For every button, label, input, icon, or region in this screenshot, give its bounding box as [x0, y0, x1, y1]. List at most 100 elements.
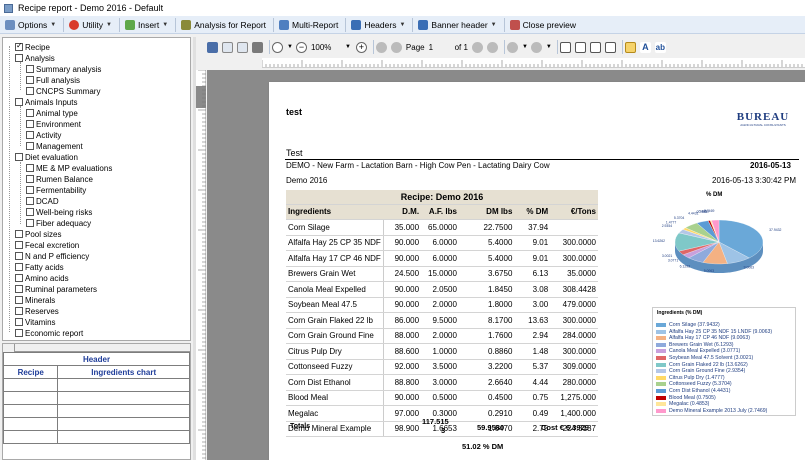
- tree-checkbox[interactable]: [26, 142, 34, 150]
- tree-checkbox[interactable]: [15, 41, 23, 51]
- tree-checkbox[interactable]: [26, 164, 34, 172]
- tree-checkbox[interactable]: [26, 186, 34, 194]
- tree-item[interactable]: Economic report: [15, 328, 83, 338]
- tree-item[interactable]: Full analysis: [26, 75, 80, 85]
- tree-item[interactable]: Fecal excretion: [15, 240, 79, 250]
- tree-item[interactable]: Amino acids: [15, 273, 69, 283]
- insert-menu[interactable]: Insert ▼: [122, 17, 171, 33]
- new-page-icon[interactable]: [222, 41, 233, 53]
- tree-item[interactable]: Summary analysis: [26, 64, 101, 74]
- find-text-icon[interactable]: A: [639, 41, 651, 53]
- header-cell[interactable]: [57, 417, 190, 431]
- first-page-icon[interactable]: [375, 41, 387, 53]
- copy-icon[interactable]: [237, 41, 248, 53]
- header-cell[interactable]: [57, 430, 190, 444]
- single-page-icon[interactable]: [559, 41, 571, 53]
- tree-item[interactable]: Analysis: [15, 53, 55, 63]
- tree-checkbox[interactable]: [26, 120, 34, 128]
- zoom-icon[interactable]: [272, 41, 283, 53]
- tree-checkbox[interactable]: [26, 65, 34, 73]
- tree-item[interactable]: N and P efficiency: [15, 251, 89, 261]
- tree-checkbox[interactable]: [15, 252, 23, 260]
- header-cell[interactable]: [2, 404, 59, 418]
- last-page-icon[interactable]: [486, 41, 498, 53]
- header-cell[interactable]: [57, 391, 190, 405]
- chevron-down-icon[interactable]: ▼: [546, 44, 552, 50]
- back-icon[interactable]: [506, 41, 518, 53]
- chevron-down-icon[interactable]: ▼: [287, 44, 293, 50]
- tree-checkbox[interactable]: [15, 241, 23, 249]
- tree-checkbox[interactable]: [26, 76, 34, 84]
- multi-page-icon[interactable]: [589, 41, 601, 53]
- header-col-ingredients-chart[interactable]: Ingredients chart: [57, 365, 190, 379]
- forward-icon[interactable]: [530, 41, 542, 53]
- header-col-recipe[interactable]: Recipe: [2, 365, 59, 379]
- options-menu[interactable]: Options ▼: [2, 17, 59, 33]
- page-width-icon[interactable]: [604, 41, 616, 53]
- tree-checkbox[interactable]: [26, 87, 34, 95]
- multi-report-button[interactable]: Multi-Report: [276, 17, 341, 33]
- chevron-down-icon[interactable]: ▼: [522, 44, 528, 50]
- tree-checkbox[interactable]: [15, 230, 23, 238]
- tree-item[interactable]: Vitamins: [15, 317, 56, 327]
- close-preview-button[interactable]: Close preview: [507, 17, 579, 33]
- tree-item[interactable]: Well-being risks: [26, 207, 92, 217]
- tree-item[interactable]: Minerals: [15, 295, 55, 305]
- zoom-in-icon[interactable]: +: [355, 41, 367, 53]
- tree-checkbox[interactable]: [15, 98, 23, 106]
- tree-item[interactable]: Activity: [26, 130, 61, 140]
- tree-item[interactable]: Reserves: [15, 306, 59, 316]
- tree-item[interactable]: Ruminal parameters: [15, 284, 97, 294]
- zoom-out-icon[interactable]: −: [295, 41, 307, 53]
- tree-checkbox[interactable]: [15, 285, 23, 293]
- header-cell[interactable]: [57, 404, 190, 418]
- next-page-icon[interactable]: [471, 41, 483, 53]
- tree-item[interactable]: Fatty acids: [15, 262, 64, 272]
- page-number-input[interactable]: 1: [429, 43, 455, 52]
- tree-checkbox[interactable]: [26, 197, 34, 205]
- tree-item[interactable]: DCAD: [26, 196, 59, 206]
- two-page-icon[interactable]: [574, 41, 586, 53]
- header-cell[interactable]: [2, 378, 59, 392]
- tree-checkbox[interactable]: [15, 307, 23, 315]
- banner-header-menu[interactable]: Banner header ▼: [415, 17, 499, 33]
- headers-menu[interactable]: Headers ▼: [348, 17, 408, 33]
- utility-menu[interactable]: Utility ▼: [66, 17, 115, 33]
- previous-page-icon[interactable]: [390, 41, 402, 53]
- tree-item[interactable]: Environment: [26, 119, 81, 129]
- tree-checkbox[interactable]: [26, 208, 34, 216]
- tree-checkbox[interactable]: [26, 131, 34, 139]
- tree-checkbox[interactable]: [15, 318, 23, 326]
- tree-item[interactable]: Animals Inputs: [15, 97, 77, 107]
- tree-item[interactable]: ME & MP evaluations: [26, 163, 112, 173]
- tree-checkbox[interactable]: [15, 329, 23, 337]
- replace-icon[interactable]: ab: [654, 41, 666, 53]
- tree-item[interactable]: Recipe: [15, 41, 50, 52]
- tree-item[interactable]: Animal type: [26, 108, 78, 118]
- analysis-for-report-button[interactable]: Analysis for Report: [178, 17, 269, 33]
- tree-item[interactable]: Rumen Balance: [26, 174, 93, 184]
- tree-item[interactable]: CNCPS Summary: [26, 86, 100, 96]
- tree-checkbox[interactable]: [15, 153, 23, 161]
- print-icon[interactable]: [252, 41, 263, 53]
- tree-checkbox[interactable]: [26, 175, 34, 183]
- chevron-down-icon[interactable]: ▼: [345, 44, 351, 50]
- tree-checkbox[interactable]: [26, 109, 34, 117]
- zoom-level[interactable]: 100%: [311, 43, 345, 52]
- tree-checkbox[interactable]: [15, 263, 23, 271]
- header-cell[interactable]: [2, 430, 59, 444]
- tree-item[interactable]: Diet evaluation: [15, 152, 78, 162]
- tree-item[interactable]: Management: [26, 141, 83, 151]
- header-cell[interactable]: [2, 391, 59, 405]
- tree-item[interactable]: Pool sizes: [15, 229, 61, 239]
- header-cell[interactable]: [57, 378, 190, 392]
- tree-checkbox[interactable]: [15, 274, 23, 282]
- header-cell[interactable]: [2, 417, 59, 431]
- hand-tool-icon[interactable]: [624, 41, 636, 53]
- tree-checkbox[interactable]: [15, 54, 23, 62]
- tree-item[interactable]: Fiber adequacy: [26, 218, 91, 228]
- tree-item[interactable]: Fermentability: [26, 185, 86, 195]
- tree-checkbox[interactable]: [26, 219, 34, 227]
- tree-checkbox[interactable]: [15, 296, 23, 304]
- save-icon[interactable]: [207, 41, 218, 53]
